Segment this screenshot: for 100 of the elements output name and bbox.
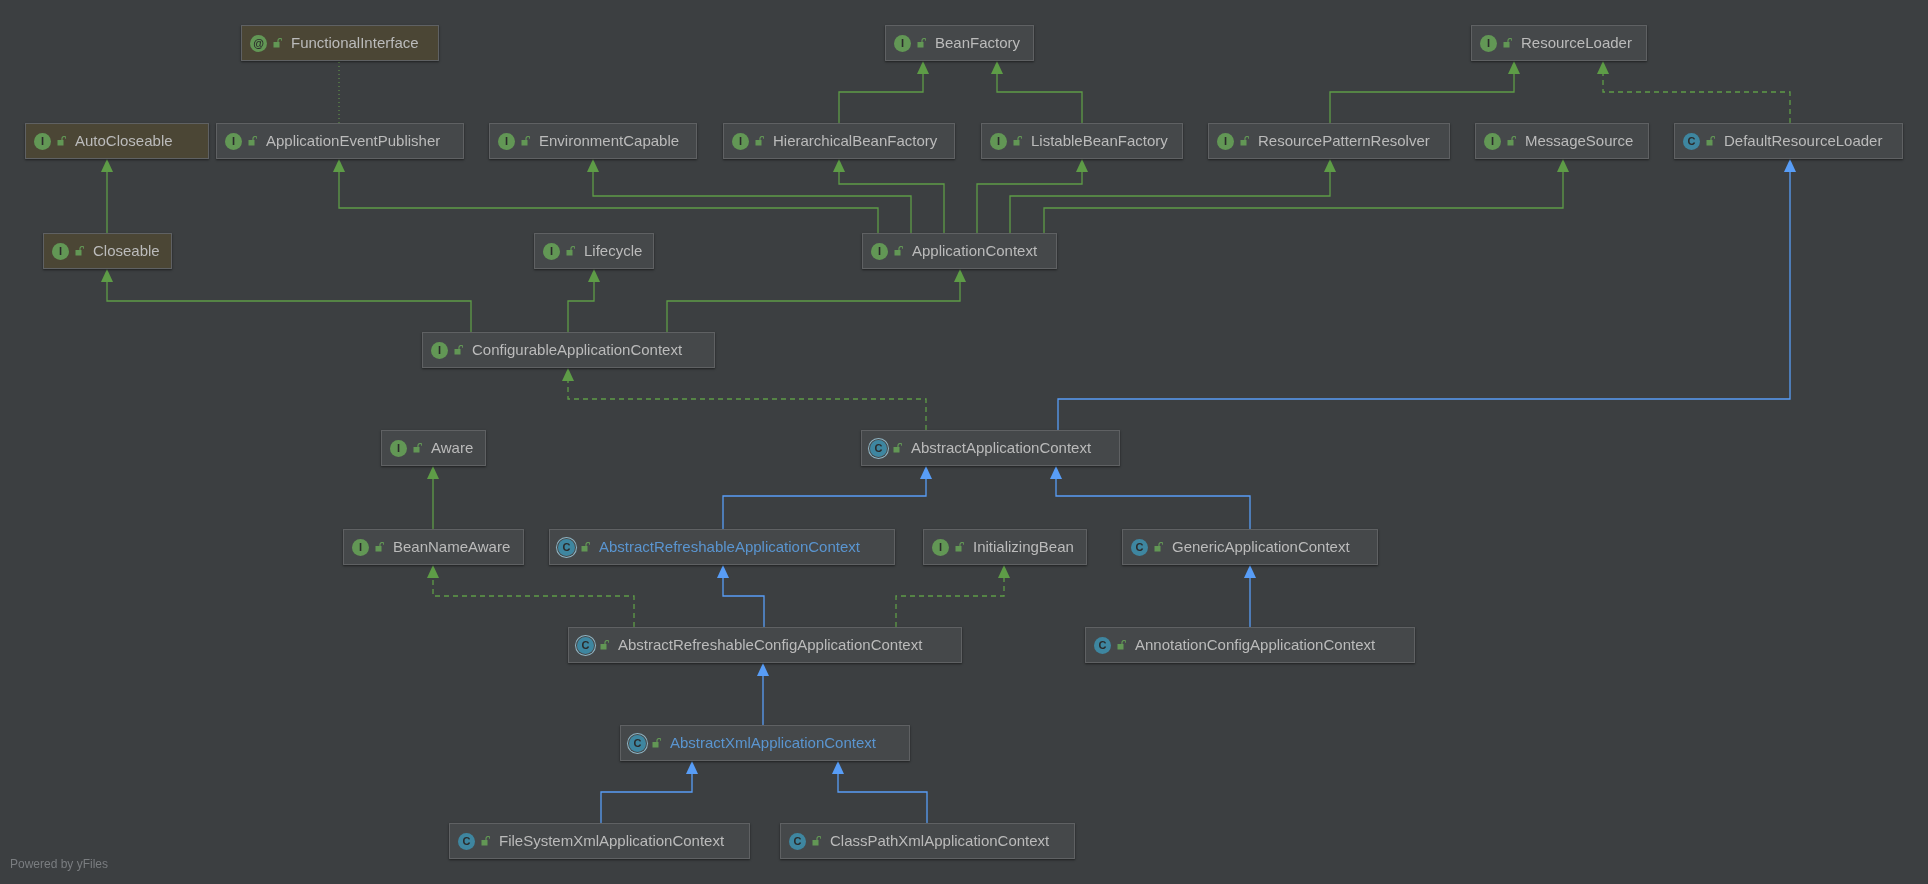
class-node[interactable]: I InitializingBean [923,529,1087,565]
type-badge-icon: I [498,132,515,150]
class-node[interactable]: I Closeable [43,233,172,269]
type-badge-icon: I [431,341,448,359]
class-name: AbstractApplicationContext [911,437,1092,458]
class-node[interactable]: I ListableBeanFactory [981,123,1183,159]
open-lock-icon [375,542,384,552]
type-badge-icon: I [1480,34,1497,52]
type-badge-icon: C [870,439,887,457]
class-name: ConfigurableApplicationContext [472,339,683,360]
class-node[interactable]: C ClassPathXmlApplicationContext [780,823,1075,859]
type-badge-icon: I [932,538,949,556]
class-name: Closeable [93,240,160,261]
class-name: AutoCloseable [75,130,173,151]
class-node[interactable]: C AbstractRefreshableApplicationContext [549,529,895,565]
class-name: Aware [431,437,474,458]
class-name: BeanFactory [935,32,1021,53]
class-node[interactable]: I BeanFactory [885,25,1034,61]
class-node[interactable]: @ FunctionalInterface [241,25,439,61]
open-lock-icon [955,542,964,552]
open-lock-icon [454,345,463,355]
open-lock-icon [600,640,609,650]
class-node[interactable]: C AbstractRefreshableConfigApplicationContext [568,627,962,663]
type-badge-icon: I [52,242,69,260]
class-name: ApplicationEventPublisher [266,130,441,151]
open-lock-icon [481,836,490,846]
class-node[interactable]: I ConfigurableApplicationContext [422,332,715,368]
class-node[interactable]: I Aware [381,430,486,466]
class-name: HierarchicalBeanFactory [773,130,938,151]
open-lock-icon [413,443,422,453]
class-name: BeanNameAware [393,536,511,557]
class-node[interactable]: I Lifecycle [534,233,654,269]
class-node[interactable]: I HierarchicalBeanFactory [723,123,955,159]
open-lock-icon [57,136,66,146]
type-badge-icon: C [577,636,594,654]
class-node[interactable]: I MessageSource [1475,123,1649,159]
class-node[interactable]: C AbstractApplicationContext [861,430,1120,466]
open-lock-icon [581,542,590,552]
type-badge-icon: @ [250,34,267,52]
type-badge-icon: C [1094,636,1111,654]
class-name: AnnotationConfigApplicationContext [1135,634,1376,655]
type-badge-icon: C [458,832,475,850]
open-lock-icon [812,836,821,846]
class-node[interactable]: C GenericApplicationContext [1122,529,1378,565]
open-lock-icon [1117,640,1126,650]
class-name: InitializingBean [973,536,1074,557]
class-name: ResourceLoader [1521,32,1632,53]
type-badge-icon: I [1484,132,1501,150]
type-badge-icon: I [894,34,911,52]
open-lock-icon [917,38,926,48]
class-name: AbstractRefreshableApplicationContext [599,536,860,557]
class-node[interactable]: I ApplicationContext [862,233,1057,269]
type-badge-icon: I [1217,132,1234,150]
open-lock-icon [273,38,282,48]
type-badge-icon: C [789,832,806,850]
class-name: MessageSource [1525,130,1634,151]
open-lock-icon [1503,38,1512,48]
open-lock-icon [248,136,257,146]
type-badge-icon: C [1131,538,1148,556]
open-lock-icon [1013,136,1022,146]
type-badge-icon: I [390,439,407,457]
class-node[interactable]: C FileSystemXmlApplicationContext [449,823,750,859]
type-badge-icon: I [225,132,242,150]
class-node[interactable]: I AutoCloseable [25,123,209,159]
class-node[interactable]: C AbstractXmlApplicationContext [620,725,910,761]
type-badge-icon: C [1683,132,1700,150]
type-badge-icon: I [990,132,1007,150]
class-name: ResourcePatternResolver [1258,130,1430,151]
powered-by-label: Powered by yFiles [10,856,109,873]
class-name: AbstractRefreshableConfigApplicationContext [618,634,923,655]
class-node[interactable]: C DefaultResourceLoader [1674,123,1903,159]
class-name: Lifecycle [584,240,643,261]
type-badge-icon: C [629,734,646,752]
class-name: ApplicationContext [912,240,1038,261]
type-badge-icon: I [871,242,888,260]
class-node[interactable]: I EnvironmentCapable [489,123,697,159]
open-lock-icon [893,443,902,453]
class-name: FunctionalInterface [291,32,419,53]
class-node[interactable]: C AnnotationConfigApplicationContext [1085,627,1415,663]
class-name: FileSystemXmlApplicationContext [499,830,725,851]
open-lock-icon [894,246,903,256]
open-lock-icon [1154,542,1163,552]
open-lock-icon [566,246,575,256]
open-lock-icon [755,136,764,146]
class-node[interactable]: I BeanNameAware [343,529,524,565]
class-name: DefaultResourceLoader [1724,130,1883,151]
open-lock-icon [652,738,661,748]
class-node[interactable]: I ResourceLoader [1471,25,1647,61]
open-lock-icon [521,136,530,146]
open-lock-icon [1507,136,1516,146]
class-name: ClassPathXmlApplicationContext [830,830,1050,851]
type-badge-icon: I [732,132,749,150]
class-node[interactable]: I ApplicationEventPublisher [216,123,464,159]
class-name: GenericApplicationContext [1172,536,1350,557]
open-lock-icon [75,246,84,256]
class-name: EnvironmentCapable [539,130,680,151]
class-node[interactable]: I ResourcePatternResolver [1208,123,1450,159]
class-name: AbstractXmlApplicationContext [670,732,876,753]
open-lock-icon [1240,136,1249,146]
class-name: ListableBeanFactory [1031,130,1168,151]
